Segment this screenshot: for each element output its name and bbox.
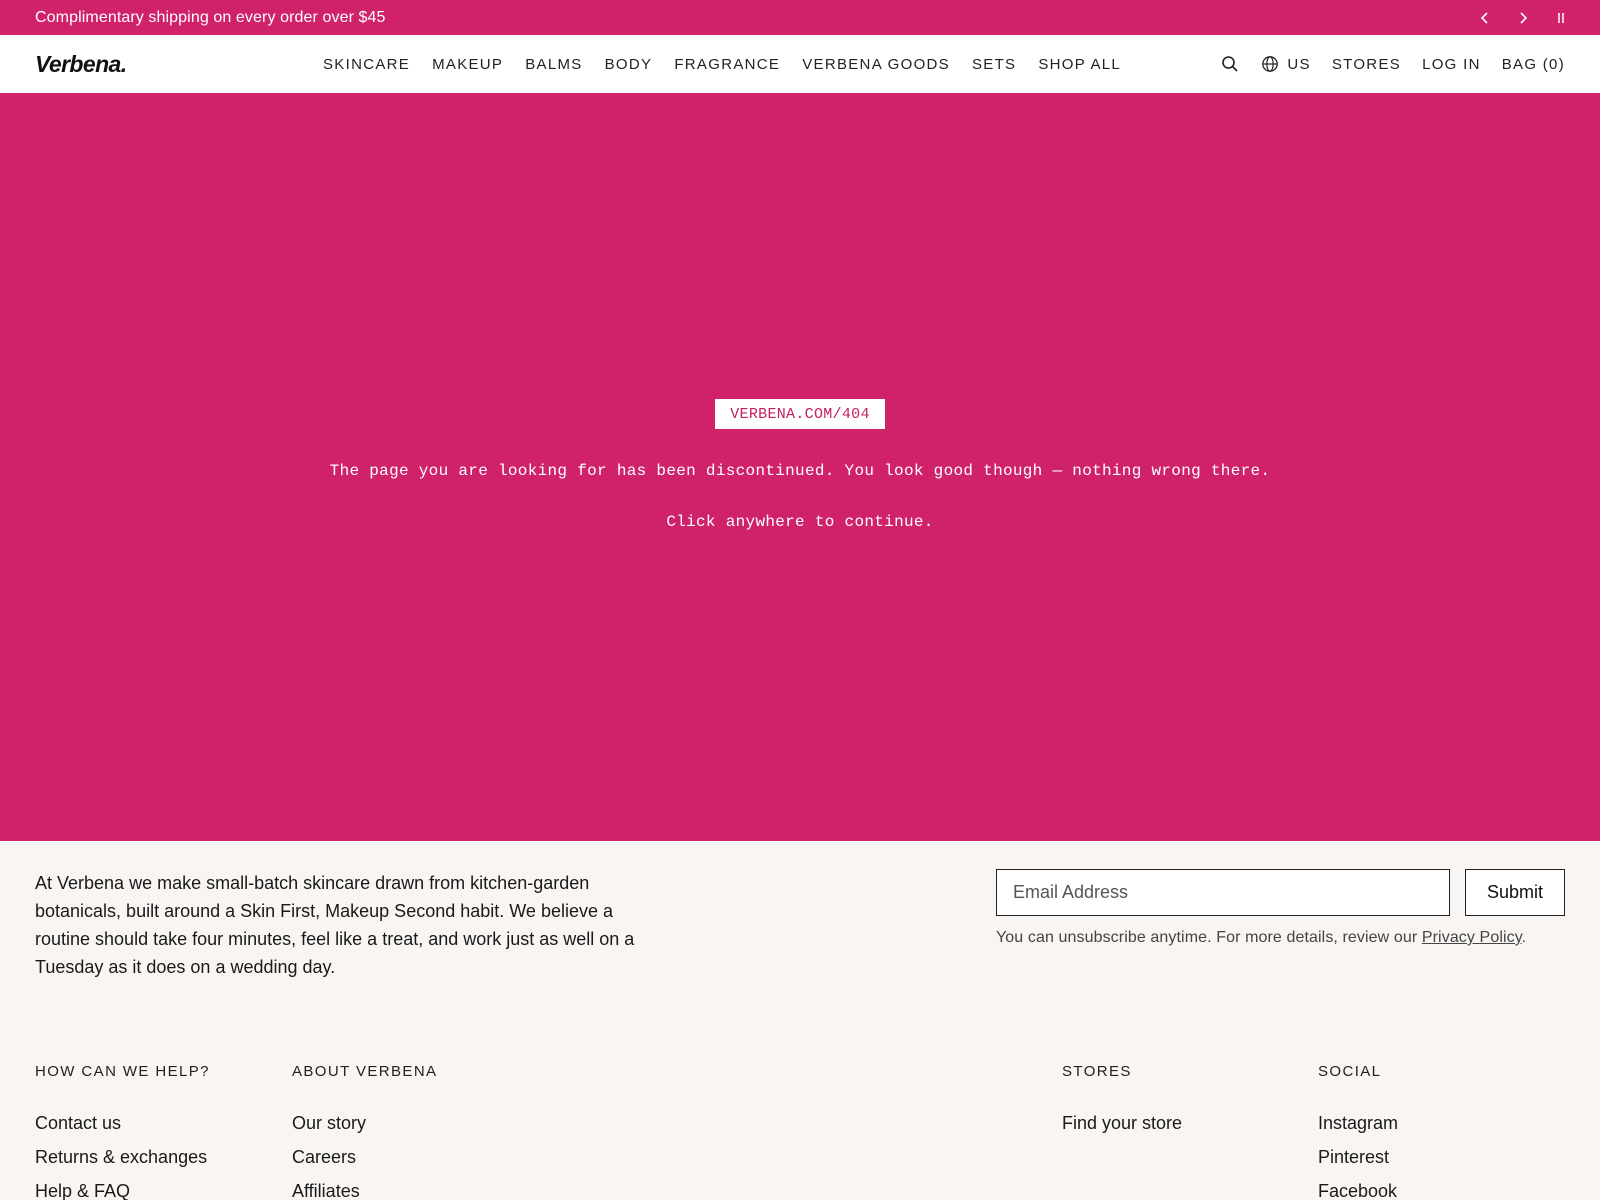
nav-item-skincare[interactable]: SKINCARE	[323, 56, 410, 73]
footer-heading: STORES	[1062, 1063, 1132, 1080]
pause-icon[interactable]	[1553, 10, 1569, 26]
footer-link-find-store[interactable]: Find your store	[1062, 1106, 1182, 1140]
error-message: The page you are looking for has been di…	[329, 462, 1271, 480]
footer-heading: HOW CAN WE HELP?	[35, 1063, 210, 1080]
footer-heading: ABOUT VERBENA	[292, 1063, 438, 1080]
footer-column-stores: STORES Find your store	[1062, 1063, 1182, 1140]
search-icon[interactable]	[1221, 55, 1239, 73]
error-hero[interactable]: VERBENA.COM/404 The page you are looking…	[0, 93, 1600, 841]
chevron-right-icon[interactable]	[1515, 10, 1531, 26]
nav-item-sets[interactable]: SETS	[972, 56, 1016, 73]
footer-link-faq[interactable]: Help & FAQ	[35, 1174, 210, 1200]
nav-item-makeup[interactable]: MAKEUP	[432, 56, 503, 73]
login-link[interactable]: LOG IN	[1422, 56, 1481, 73]
footer-link-pinterest[interactable]: Pinterest	[1318, 1140, 1398, 1174]
nav-item-verbena-goods[interactable]: VERBENA GOODS	[802, 56, 950, 73]
chevron-left-icon[interactable]	[1477, 10, 1493, 26]
main-nav: SKINCARE MAKEUP BALMS BODY FRAGRANCE VER…	[323, 35, 1121, 93]
footer-link-facebook[interactable]: Facebook	[1318, 1174, 1398, 1200]
header-utilities: US STORES LOG IN BAG (0)	[1221, 35, 1565, 93]
nav-item-fragrance[interactable]: FRAGRANCE	[674, 56, 780, 73]
site-header: Verbena. SKINCARE MAKEUP BALMS BODY FRAG…	[0, 35, 1600, 93]
nav-item-body[interactable]: BODY	[605, 56, 653, 73]
unsubscribe-end: .	[1521, 929, 1527, 946]
footer-link-affiliates[interactable]: Affiliates	[292, 1174, 437, 1200]
announcement-bar: Complimentary shipping on every order ov…	[0, 0, 1600, 35]
submit-button[interactable]: Submit	[1465, 869, 1565, 916]
unsubscribe-text: You can unsubscribe anytime. For more de…	[996, 929, 1418, 946]
bag-link[interactable]: BAG (0)	[1502, 56, 1565, 73]
globe-icon	[1261, 55, 1279, 73]
footer-link-instagram[interactable]: Instagram	[1318, 1106, 1398, 1140]
unsubscribe-note: You can unsubscribe anytime. For more de…	[996, 929, 1526, 947]
privacy-policy-link[interactable]: Privacy Policy	[1422, 929, 1522, 946]
announcement-text: Complimentary shipping on every order ov…	[35, 8, 386, 26]
logo[interactable]: Verbena.	[35, 51, 275, 78]
locale-label: US	[1287, 55, 1311, 73]
footer-column-social: SOCIAL Instagram Pinterest Facebook	[1318, 1063, 1398, 1200]
site-footer: At Verbena we make small-batch skincare …	[0, 841, 1600, 1200]
footer-column-help: HOW CAN WE HELP? Contact us Returns & ex…	[35, 1063, 210, 1200]
nav-item-shop-all[interactable]: SHOP ALL	[1038, 56, 1121, 73]
email-field[interactable]	[996, 869, 1450, 916]
nav-item-balms[interactable]: BALMS	[525, 56, 582, 73]
error-url-badge: VERBENA.COM/404	[715, 399, 885, 429]
footer-column-about: ABOUT VERBENA Our story Careers Affiliat…	[292, 1063, 437, 1200]
announcement-controls	[1477, 10, 1569, 26]
about-blurb: At Verbena we make small-batch skincare …	[35, 873, 635, 977]
locale-selector[interactable]: US	[1261, 55, 1310, 73]
footer-link-returns[interactable]: Returns & exchanges	[35, 1140, 210, 1174]
footer-link-contact[interactable]: Contact us	[35, 1106, 210, 1140]
continue-prompt: Click anywhere to continue.	[666, 513, 934, 531]
footer-heading: SOCIAL	[1318, 1063, 1382, 1080]
stores-link[interactable]: STORES	[1332, 56, 1401, 73]
footer-link-careers[interactable]: Careers	[292, 1140, 437, 1174]
footer-link-our-story[interactable]: Our story	[292, 1106, 437, 1140]
